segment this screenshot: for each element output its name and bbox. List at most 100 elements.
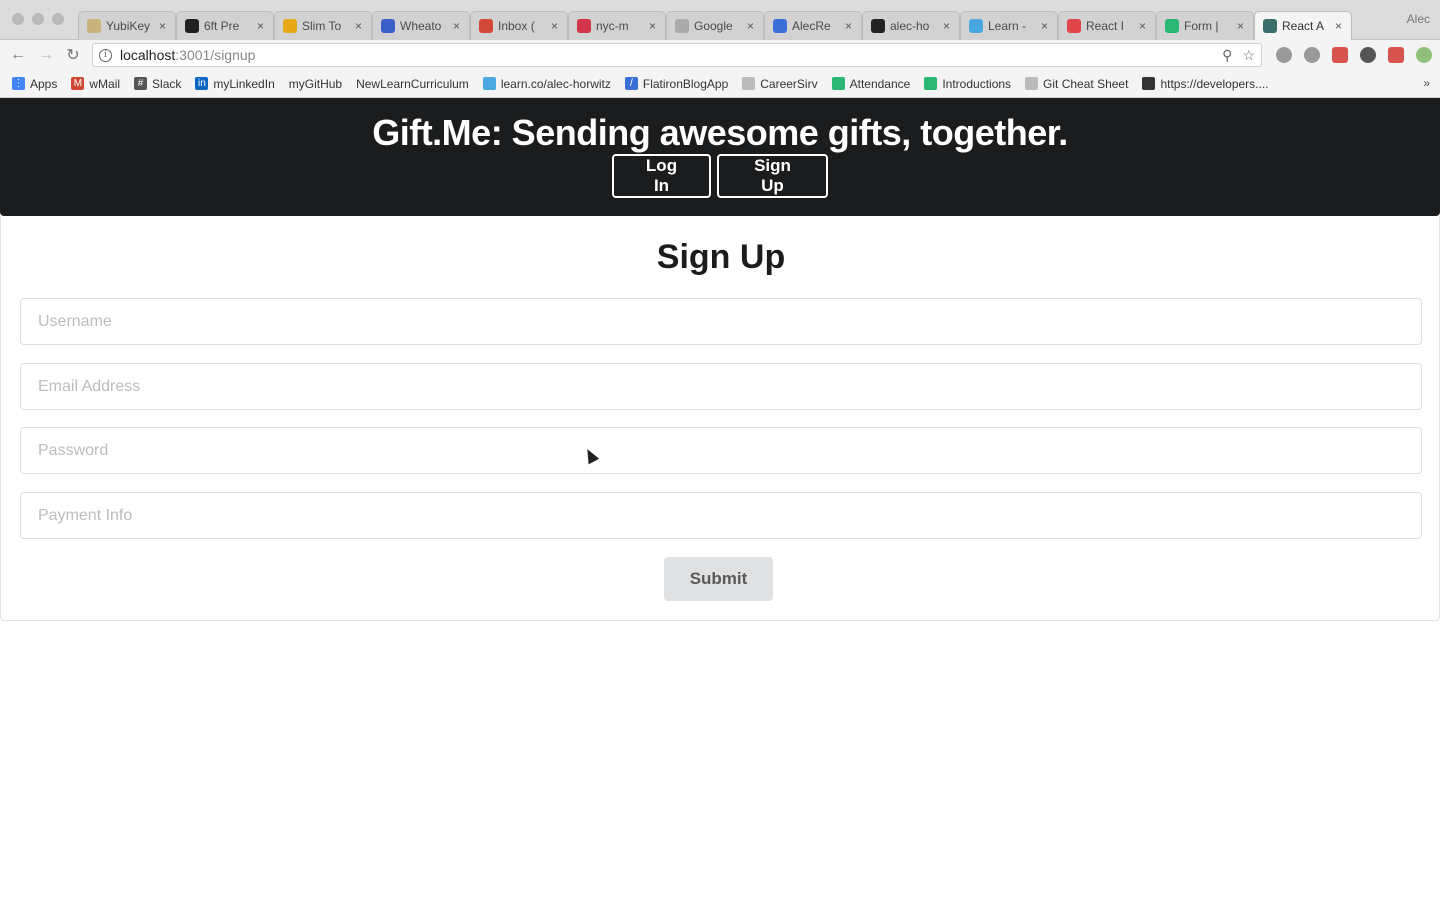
bookmarks-overflow-icon[interactable]: » <box>1423 76 1430 90</box>
bookmark-label: myLinkedIn <box>213 76 275 91</box>
browser-tab[interactable]: 6ft Pre × <box>176 11 274 40</box>
bookmark-label: learn.co/alec-horwitz <box>500 76 611 91</box>
bookmark-item[interactable]: NewLearnCurriculum <box>356 77 469 91</box>
bookmark-icon <box>831 77 845 90</box>
bookmark-item[interactable]: ⋮ Apps <box>12 77 57 91</box>
tab-close-icon[interactable]: × <box>747 19 757 33</box>
browser-tab[interactable]: React A × <box>1254 11 1352 40</box>
tab-label: Learn - <box>988 19 1027 33</box>
password-field[interactable] <box>20 427 1422 474</box>
username-field[interactable] <box>20 298 1422 345</box>
browser-tab[interactable]: YubiKey × <box>78 11 176 40</box>
forward-arrow-icon[interactable]: → <box>36 45 56 65</box>
tab-close-icon[interactable]: × <box>355 19 365 33</box>
bookmark-item[interactable]: in myLinkedIn <box>195 76 275 91</box>
bookmark-label: NewLearnCurriculum <box>356 76 469 91</box>
extensions-area <box>1276 47 1432 63</box>
reload-icon[interactable]: ↻ <box>63 45 83 65</box>
bookmark-item[interactable]: Attendance <box>831 76 911 91</box>
bookmark-label: CareerSirv <box>760 76 818 91</box>
tab-favicon-icon <box>871 19 885 33</box>
tab-close-icon[interactable]: × <box>845 19 855 33</box>
bookmark-item[interactable]: # Slack <box>134 77 181 91</box>
tab-label: Slim To <box>302 19 342 33</box>
email-field[interactable] <box>20 363 1422 410</box>
bookmark-item[interactable]: Introductions <box>924 77 1011 91</box>
signup-button[interactable]: Sign Up <box>717 154 828 198</box>
tab-label: React A <box>1282 19 1325 33</box>
extension-icon[interactable] <box>1276 47 1292 63</box>
bookmark-star-icon[interactable]: ☆ <box>1242 47 1255 64</box>
bookmark-item[interactable]: learn.co/alec-horwitz <box>482 76 611 91</box>
bookmark-label: Git Cheat Sheet <box>1043 76 1129 91</box>
bookmark-item[interactable]: MwMail <box>71 77 120 91</box>
tab-close-icon[interactable]: × <box>1335 19 1345 33</box>
browser-tab[interactable]: AlecRe × <box>764 11 862 40</box>
browser-tab[interactable]: Google × <box>666 11 764 40</box>
url-host: localhost <box>120 47 176 63</box>
bookmark-label: myGitHub <box>288 76 343 91</box>
tab-close-icon[interactable]: × <box>159 19 169 33</box>
extension-icon[interactable] <box>1360 47 1376 63</box>
tab-favicon-icon <box>479 19 493 33</box>
tab-close-icon[interactable]: × <box>551 19 561 33</box>
bookmark-item[interactable]: https://developers.... <box>1142 76 1269 91</box>
tab-favicon-icon <box>1263 19 1277 33</box>
bookmark-item[interactable]: / FlatironBlogApp <box>624 76 729 91</box>
tab-close-icon[interactable]: × <box>1139 19 1149 33</box>
tab-close-icon[interactable]: × <box>1237 19 1247 33</box>
bookmark-label: FlatironBlogApp <box>642 76 729 91</box>
tab-close-icon[interactable]: × <box>1041 19 1051 33</box>
tab-close-icon[interactable]: × <box>257 19 267 33</box>
submit-button[interactable]: Submit <box>664 557 773 601</box>
profile-name[interactable]: Alec <box>1407 12 1430 26</box>
tab-favicon-icon <box>185 19 199 33</box>
tab-favicon-icon <box>381 19 395 33</box>
extension-icon[interactable] <box>1416 47 1432 63</box>
tab-label: AlecRe <box>792 19 831 33</box>
zoom-icon[interactable]: ⚲ <box>1222 47 1232 64</box>
tab-favicon-icon <box>1165 19 1179 33</box>
tab-close-icon[interactable]: × <box>943 19 953 33</box>
login-button[interactable]: Log In <box>612 154 711 198</box>
bookmark-icon <box>742 77 756 90</box>
bookmark-icon: # <box>134 77 148 90</box>
browser-tab[interactable]: Wheato × <box>372 11 470 40</box>
browser-tab[interactable]: Slim To × <box>274 11 372 40</box>
tab-label: Inbox ( <box>498 19 535 33</box>
zoom-window-button[interactable] <box>52 13 64 25</box>
tab-label: Wheato <box>400 19 442 33</box>
tab-close-icon[interactable]: × <box>649 19 659 33</box>
tab-close-icon[interactable]: × <box>453 19 463 33</box>
bookmark-icon <box>1025 77 1039 90</box>
address-bar[interactable]: i localhost :3001/signup ⚲ ☆ <box>92 43 1262 67</box>
bookmark-icon <box>482 77 496 90</box>
bookmarks-bar: ⋮ Apps MwMail # Slack in myLinkedIn myGitHub New… <box>0 70 1440 98</box>
bookmark-item[interactable]: myGitHub <box>289 77 342 91</box>
browser-tab[interactable]: React I × <box>1058 11 1156 40</box>
url-path: :3001/signup <box>175 47 256 63</box>
bookmark-label: wMail <box>89 76 121 91</box>
extension-icon[interactable] <box>1388 47 1404 63</box>
info-icon[interactable]: i <box>99 48 112 62</box>
tab-favicon-icon <box>87 19 101 33</box>
browser-tab[interactable]: Inbox ( × <box>470 11 568 40</box>
minimize-window-button[interactable] <box>32 13 44 25</box>
close-window-button[interactable] <box>12 13 24 25</box>
bookmark-item[interactable]: CareerSirv <box>742 76 818 91</box>
extension-icon[interactable] <box>1304 47 1320 63</box>
bookmark-label: https://developers.... <box>1160 76 1269 91</box>
browser-tab[interactable]: nyc-m × <box>568 11 666 40</box>
browser-tab[interactable]: alec-ho × <box>862 11 960 40</box>
bookmark-label: Attendance <box>849 76 911 91</box>
browser-tab[interactable]: Learn - × <box>960 11 1058 40</box>
tab-label: alec-ho <box>890 19 930 33</box>
extension-icon[interactable] <box>1332 47 1348 63</box>
browser-tab[interactable]: Form | × <box>1156 11 1254 40</box>
bookmark-item[interactable]: Git Cheat Sheet <box>1025 77 1128 91</box>
app-title: Gift.Me: Sending awesome gifts, together… <box>372 112 1068 153</box>
payment-info-field[interactable] <box>20 492 1422 539</box>
tab-list: YubiKey × 6ft Pre × Slim To × Wheato × Inbox (× n… <box>78 8 1352 40</box>
tab-favicon-icon <box>577 19 591 33</box>
back-arrow-icon[interactable]: ← <box>8 45 28 65</box>
